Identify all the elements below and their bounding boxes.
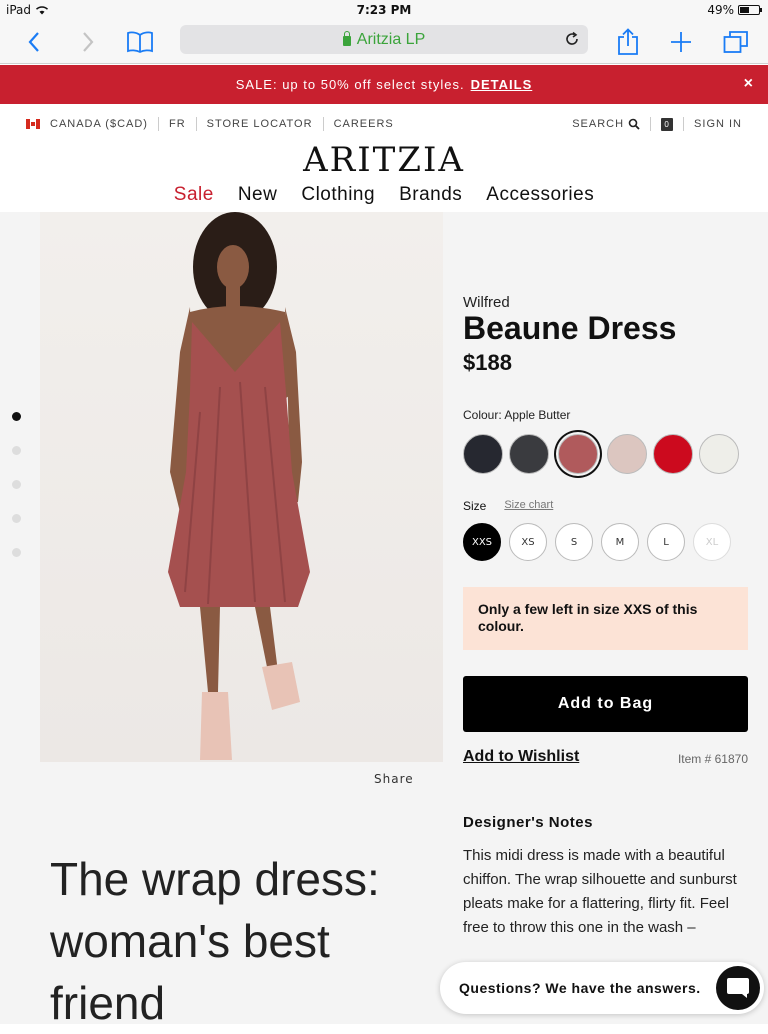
gallery-dot[interactable] [12, 480, 21, 489]
item-number: Item # 61870 [677, 752, 748, 766]
colour-swatch[interactable] [699, 434, 739, 474]
colour-swatch[interactable] [607, 434, 647, 474]
tabs-icon [723, 31, 748, 53]
divider [683, 117, 685, 131]
colour-swatch[interactable] [463, 434, 503, 474]
sign-in-link[interactable]: SIGN IN [694, 118, 742, 130]
add-to-bag-button[interactable]: Add to Bag [463, 676, 748, 732]
language-link[interactable]: FR [169, 118, 186, 130]
search-icon[interactable] [628, 118, 640, 130]
size-option-disabled: XL [693, 523, 731, 561]
size-selector: XXS XS S M L XL [463, 523, 731, 561]
add-to-wishlist-link[interactable]: Add to Wishlist [463, 748, 579, 766]
chat-bubble-icon[interactable] [716, 966, 760, 1010]
nav-brands[interactable]: Brands [399, 184, 462, 206]
product-name: Beaune Dress [463, 310, 677, 346]
nav-new[interactable]: New [238, 184, 278, 206]
share-button[interactable] [612, 26, 644, 58]
utility-nav: CANADA ($CAD) FR STORE LOCATOR CAREERS S… [0, 104, 768, 142]
chevron-right-icon [83, 32, 94, 52]
colour-label: Colour: Apple Butter [463, 408, 571, 422]
chat-widget[interactable]: Questions? We have the answers. [440, 962, 764, 1014]
product-price: $188 [463, 350, 512, 375]
sale-banner: SALE: up to 50% off select styles. DETAI… [0, 65, 768, 104]
nav-clothing[interactable]: Clothing [301, 184, 375, 206]
gallery-dot[interactable] [12, 514, 21, 523]
nav-sale[interactable]: Sale [174, 184, 214, 206]
gallery-dot[interactable] [12, 412, 21, 421]
colour-swatch-selected[interactable] [558, 434, 598, 474]
back-button[interactable] [18, 26, 50, 58]
size-chart-link[interactable]: Size chart [504, 499, 553, 513]
product-photo[interactable] [40, 212, 443, 762]
gallery-dot[interactable] [12, 548, 21, 557]
aritzia-logo[interactable]: ARITZIA [0, 140, 768, 180]
colour-swatch[interactable] [653, 434, 693, 474]
product-brand[interactable]: Wilfred [463, 294, 510, 311]
designer-notes-body: This midi dress is made with a beautiful… [463, 847, 737, 936]
share-link[interactable]: Share [374, 772, 414, 786]
chat-prompt: Questions? We have the answers. [459, 980, 701, 996]
gallery-pagination [12, 412, 21, 582]
size-label: Size [463, 499, 487, 513]
search-link[interactable]: SEARCH [572, 118, 624, 130]
tabs-button[interactable] [720, 26, 752, 58]
lock-icon [342, 30, 351, 46]
url-bar[interactable]: Aritzia LP [180, 25, 588, 54]
plus-icon [671, 32, 691, 52]
reload-icon[interactable] [564, 31, 580, 47]
designer-notes-title[interactable]: Designer's Notes [463, 814, 593, 831]
close-icon[interactable]: × [744, 75, 754, 93]
low-stock-alert: Only a few left in size XXS of this colo… [463, 587, 748, 650]
chevron-left-icon [28, 32, 39, 52]
divider [322, 117, 324, 131]
colour-swatch[interactable] [509, 434, 549, 474]
canada-flag-icon [26, 119, 40, 129]
store-locator-link[interactable]: STORE LOCATOR [207, 118, 313, 130]
clock: 7:23 PM [356, 3, 412, 17]
size-option[interactable]: XS [509, 523, 547, 561]
shopping-bag-icon[interactable]: 0 [661, 117, 674, 131]
gallery-dot[interactable] [12, 446, 21, 455]
product-page: Share The wrap dress: woman's best frien… [0, 212, 768, 1029]
nav-accessories[interactable]: Accessories [486, 184, 594, 206]
size-option[interactable]: M [601, 523, 639, 561]
size-header: Size Size chart [463, 499, 553, 513]
divider [195, 117, 197, 131]
colour-swatches [463, 434, 739, 474]
url-title: Aritzia LP [356, 30, 426, 48]
model-illustration [168, 212, 310, 760]
book-icon [127, 31, 153, 54]
article-title: The wrap dress: woman's best friend [50, 853, 380, 1029]
sale-details-link[interactable]: DETAILS [471, 77, 533, 92]
battery-icon [738, 5, 762, 15]
size-option[interactable]: S [555, 523, 593, 561]
country-selector[interactable]: CANADA ($CAD) [50, 118, 148, 130]
main-nav: Sale New Clothing Brands Accessories [0, 184, 768, 206]
divider [157, 117, 159, 131]
bookmarks-button[interactable] [124, 26, 156, 58]
careers-link[interactable]: CAREERS [334, 118, 394, 130]
status-bar: iPad 7:23 PM 49% [0, 0, 768, 20]
new-tab-button[interactable] [665, 26, 697, 58]
browser-toolbar: Aritzia LP [0, 20, 768, 64]
sale-banner-text: SALE: up to 50% off select styles. [235, 77, 465, 92]
size-option-selected[interactable]: XXS [463, 523, 501, 561]
forward-button[interactable] [72, 26, 104, 58]
size-option[interactable]: L [647, 523, 685, 561]
divider [650, 117, 652, 131]
share-icon [618, 28, 638, 55]
battery-percent: 49% [707, 3, 734, 17]
